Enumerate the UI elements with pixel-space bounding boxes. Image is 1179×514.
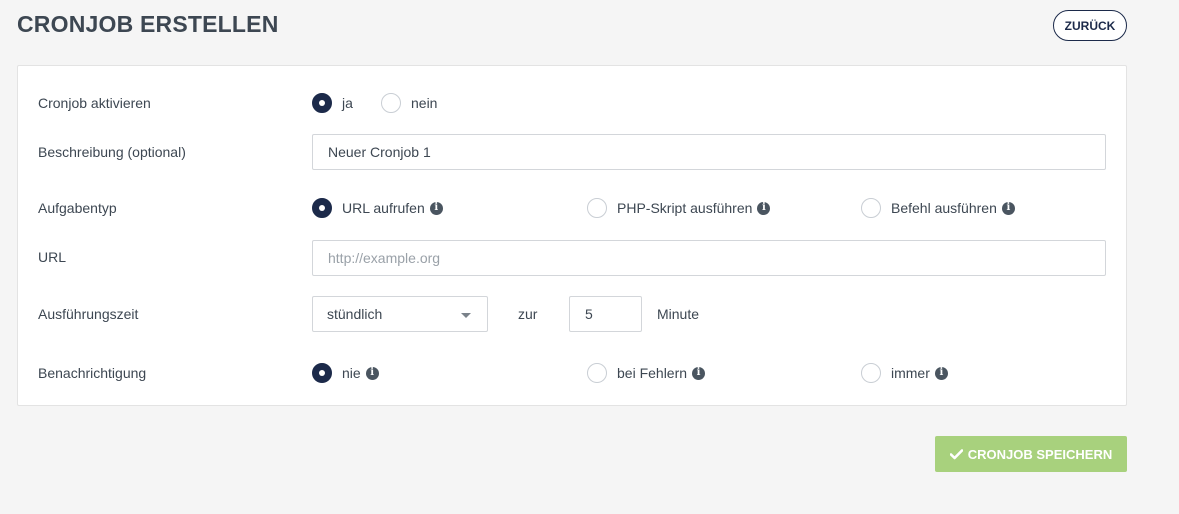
minute-input[interactable] [569, 296, 642, 332]
radio-label: nein [411, 95, 438, 111]
radio-label: PHP-Skript ausführen [617, 200, 753, 216]
url-input[interactable] [312, 240, 1106, 276]
radio-circle [587, 198, 607, 218]
interval-select-value: stündlich [327, 306, 383, 322]
radio-circle [312, 198, 332, 218]
activate-yes-radio[interactable]: ja [312, 93, 353, 113]
url-label: URL [38, 249, 67, 265]
cronjob-form-card: Cronjob aktivieren ja nein Beschreibung … [17, 65, 1127, 406]
description-input[interactable] [312, 134, 1106, 170]
page-title: CRONJOB ERSTELLEN [17, 11, 279, 37]
info-icon[interactable]: i [429, 201, 443, 215]
chevron-down-icon [461, 313, 471, 318]
save-cronjob-button[interactable]: CRONJOB SPEICHERN [935, 436, 1127, 472]
info-icon[interactable]: i [692, 366, 706, 380]
radio-label: URL aufrufen [342, 200, 425, 216]
at-label: zur [518, 306, 538, 322]
radio-circle [312, 363, 332, 383]
radio-circle [861, 198, 881, 218]
minute-unit-label: Minute [657, 306, 700, 322]
info-icon[interactable]: i [934, 366, 948, 380]
back-button[interactable]: ZURÜCK [1053, 10, 1127, 41]
radio-circle [381, 93, 401, 113]
task-type-label: Aufgabentyp [38, 200, 117, 216]
radio-label: ja [342, 95, 353, 111]
notification-never-radio[interactable]: nie i [312, 363, 379, 383]
info-icon[interactable]: i [757, 201, 771, 215]
interval-select[interactable]: stündlich [312, 296, 488, 332]
task-type-url-radio[interactable]: URL aufrufen i [312, 198, 443, 218]
task-type-php-radio[interactable]: PHP-Skript ausführen i [587, 198, 771, 218]
notification-label: Benachrichtigung [38, 365, 147, 381]
radio-label: nie [342, 365, 361, 381]
radio-circle [861, 363, 881, 383]
description-label: Beschreibung (optional) [38, 144, 186, 160]
radio-circle [312, 93, 332, 113]
task-type-command-radio[interactable]: Befehl ausführen i [861, 198, 1015, 218]
check-icon [949, 448, 963, 460]
notification-always-radio[interactable]: immer i [861, 363, 948, 383]
info-icon[interactable]: i [365, 366, 379, 380]
activate-no-radio[interactable]: nein [381, 93, 437, 113]
radio-label: Befehl ausführen [891, 200, 997, 216]
save-button-label: CRONJOB SPEICHERN [967, 446, 1113, 462]
radio-label: bei Fehlern [617, 365, 688, 381]
schedule-label: Ausführungszeit [38, 306, 139, 322]
radio-circle [587, 363, 607, 383]
notification-on-error-radio[interactable]: bei Fehlern i [587, 363, 706, 383]
info-icon[interactable]: i [1001, 201, 1015, 215]
radio-label: immer [891, 365, 930, 381]
activate-label: Cronjob aktivieren [38, 95, 151, 111]
